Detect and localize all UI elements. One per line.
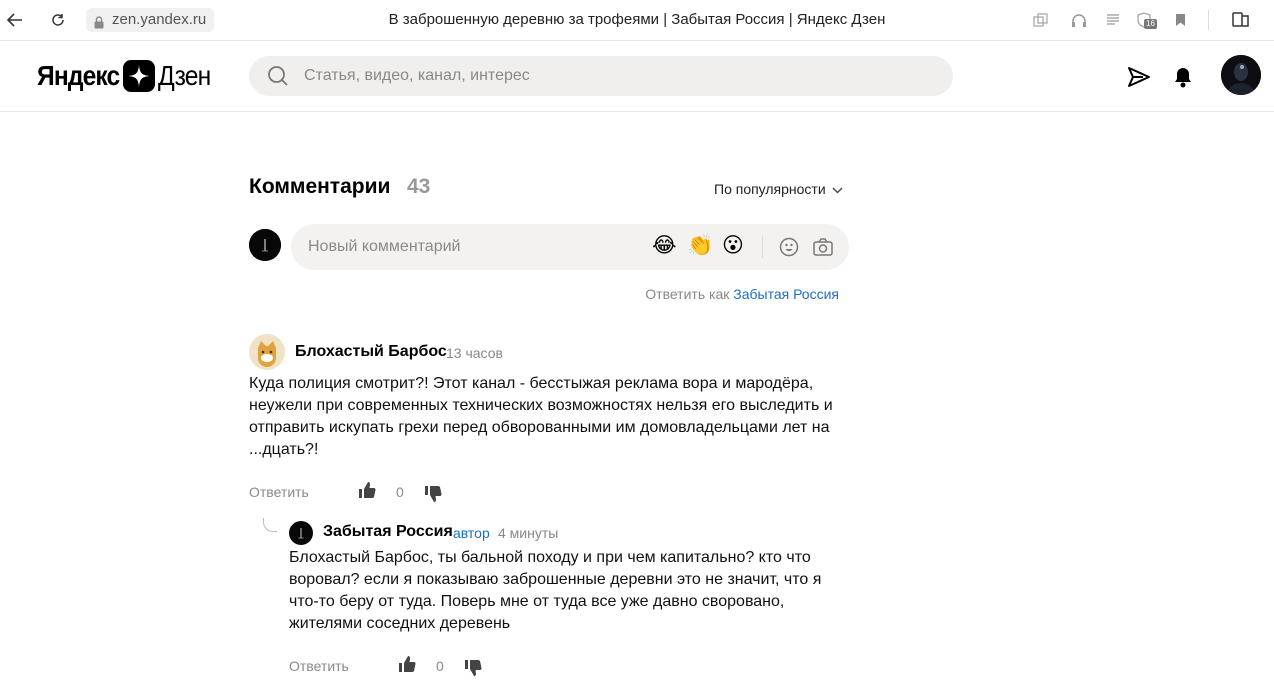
reload-icon[interactable] — [48, 10, 68, 30]
reply-button[interactable]: Ответить — [289, 658, 349, 674]
comment-line: Блохастый Барбос, ты бальной походу и пр… — [289, 549, 811, 566]
my-avatar — [249, 229, 281, 261]
chevron-down-icon — [832, 181, 843, 197]
comment-line: неужели при современных технических возм… — [249, 397, 833, 414]
camera-icon[interactable] — [811, 235, 835, 259]
new-comment-field[interactable]: Новый комментарий 😂 👏 😮 — [291, 224, 849, 270]
thumbs-up-icon[interactable] — [398, 655, 418, 675]
comments-title: Комментарии — [249, 175, 391, 198]
user-avatar[interactable] — [1221, 55, 1261, 95]
tabs-icon[interactable] — [1030, 10, 1050, 30]
search-icon — [267, 65, 289, 92]
logo-zen-text: Дзен — [157, 60, 211, 91]
bookmark-icon[interactable] — [1170, 10, 1190, 30]
emoji-laugh-button[interactable]: 😂 — [652, 234, 677, 258]
sort-label: По популярности — [714, 181, 826, 197]
new-comment-placeholder: Новый комментарий — [308, 238, 461, 255]
zen-star-icon — [122, 60, 155, 92]
emoji-clap-button[interactable]: 👏 — [687, 234, 713, 258]
logo-yandex-text: Яндекс — [37, 60, 120, 91]
reply-as-channel-link[interactable]: Забытая Россия — [733, 286, 839, 302]
thumbs-up-icon[interactable] — [358, 481, 378, 501]
back-arrow-icon[interactable] — [5, 10, 25, 30]
comment-line: что-то беру от туда. Поверь мне от туда … — [289, 593, 785, 610]
comment-author[interactable]: Блохастый Барбос — [295, 343, 447, 361]
address-bar[interactable]: zen.yandex.ru — [86, 8, 215, 32]
reply-as-prefix: Ответить как — [645, 286, 730, 302]
smiley-icon[interactable] — [777, 235, 801, 259]
comment-avatar[interactable] — [249, 334, 285, 370]
comment-line: жителями соседних деревень — [289, 615, 511, 632]
comment-text: Блохастый Барбос, ты бальной походу и пр… — [289, 547, 821, 635]
reply-as: Ответить как Забытая Россия — [0, 286, 839, 302]
bell-icon[interactable] — [1170, 65, 1196, 89]
protect-icon[interactable]: 16 — [1134, 10, 1157, 30]
site-header: Яндекс Дзен — [0, 41, 1274, 112]
comment-avatar[interactable] — [289, 521, 313, 545]
divider — [762, 236, 763, 258]
like-count: 0 — [436, 658, 444, 674]
comment-time: 4 минуты — [498, 525, 559, 541]
emoji-surprise-button[interactable]: 😮 — [722, 234, 744, 258]
thumbs-down-icon[interactable] — [464, 659, 484, 679]
collections-icon[interactable] — [1231, 10, 1251, 30]
comment-time: 13 часов — [446, 345, 503, 361]
lock-icon — [94, 13, 104, 37]
comment-author[interactable]: Забытая Россия — [323, 523, 453, 541]
tab-title: В заброшенную деревню за трофеями | Забы… — [388, 11, 886, 28]
headphones-icon[interactable] — [1069, 10, 1089, 30]
comment-text: Куда полиция смотрит?! Этот канал - бесс… — [249, 373, 833, 461]
send-icon[interactable] — [1126, 65, 1152, 89]
search-input[interactable] — [304, 56, 924, 96]
search-bar[interactable] — [249, 56, 953, 96]
protect-badge: 16 — [1144, 19, 1157, 29]
browser-toolbar: zen.yandex.ru В заброшенную деревню за т… — [0, 0, 1274, 41]
thread-connector — [263, 518, 277, 532]
comments-count: 43 — [407, 175, 431, 198]
reply-button[interactable]: Ответить — [249, 484, 309, 500]
yandex-zen-logo[interactable]: Яндекс Дзен — [37, 60, 217, 92]
toolbar-divider — [1208, 10, 1209, 30]
comment-line: отправить искупать грехи перед обворован… — [249, 419, 830, 436]
comment-line: воровал? если я показываю заброшенные де… — [289, 571, 822, 588]
thumbs-down-icon[interactable] — [424, 485, 444, 505]
url-text: zen.yandex.ru — [112, 11, 207, 28]
reader-mode-icon[interactable] — [1103, 10, 1123, 30]
comment-line: ...дцать?! — [249, 441, 319, 458]
comment-line: Куда полиция смотрит?! Этот канал - бесс… — [249, 375, 814, 392]
sort-dropdown[interactable]: По популярности — [714, 181, 843, 197]
author-badge: автор — [453, 525, 490, 541]
like-count: 0 — [396, 484, 404, 500]
